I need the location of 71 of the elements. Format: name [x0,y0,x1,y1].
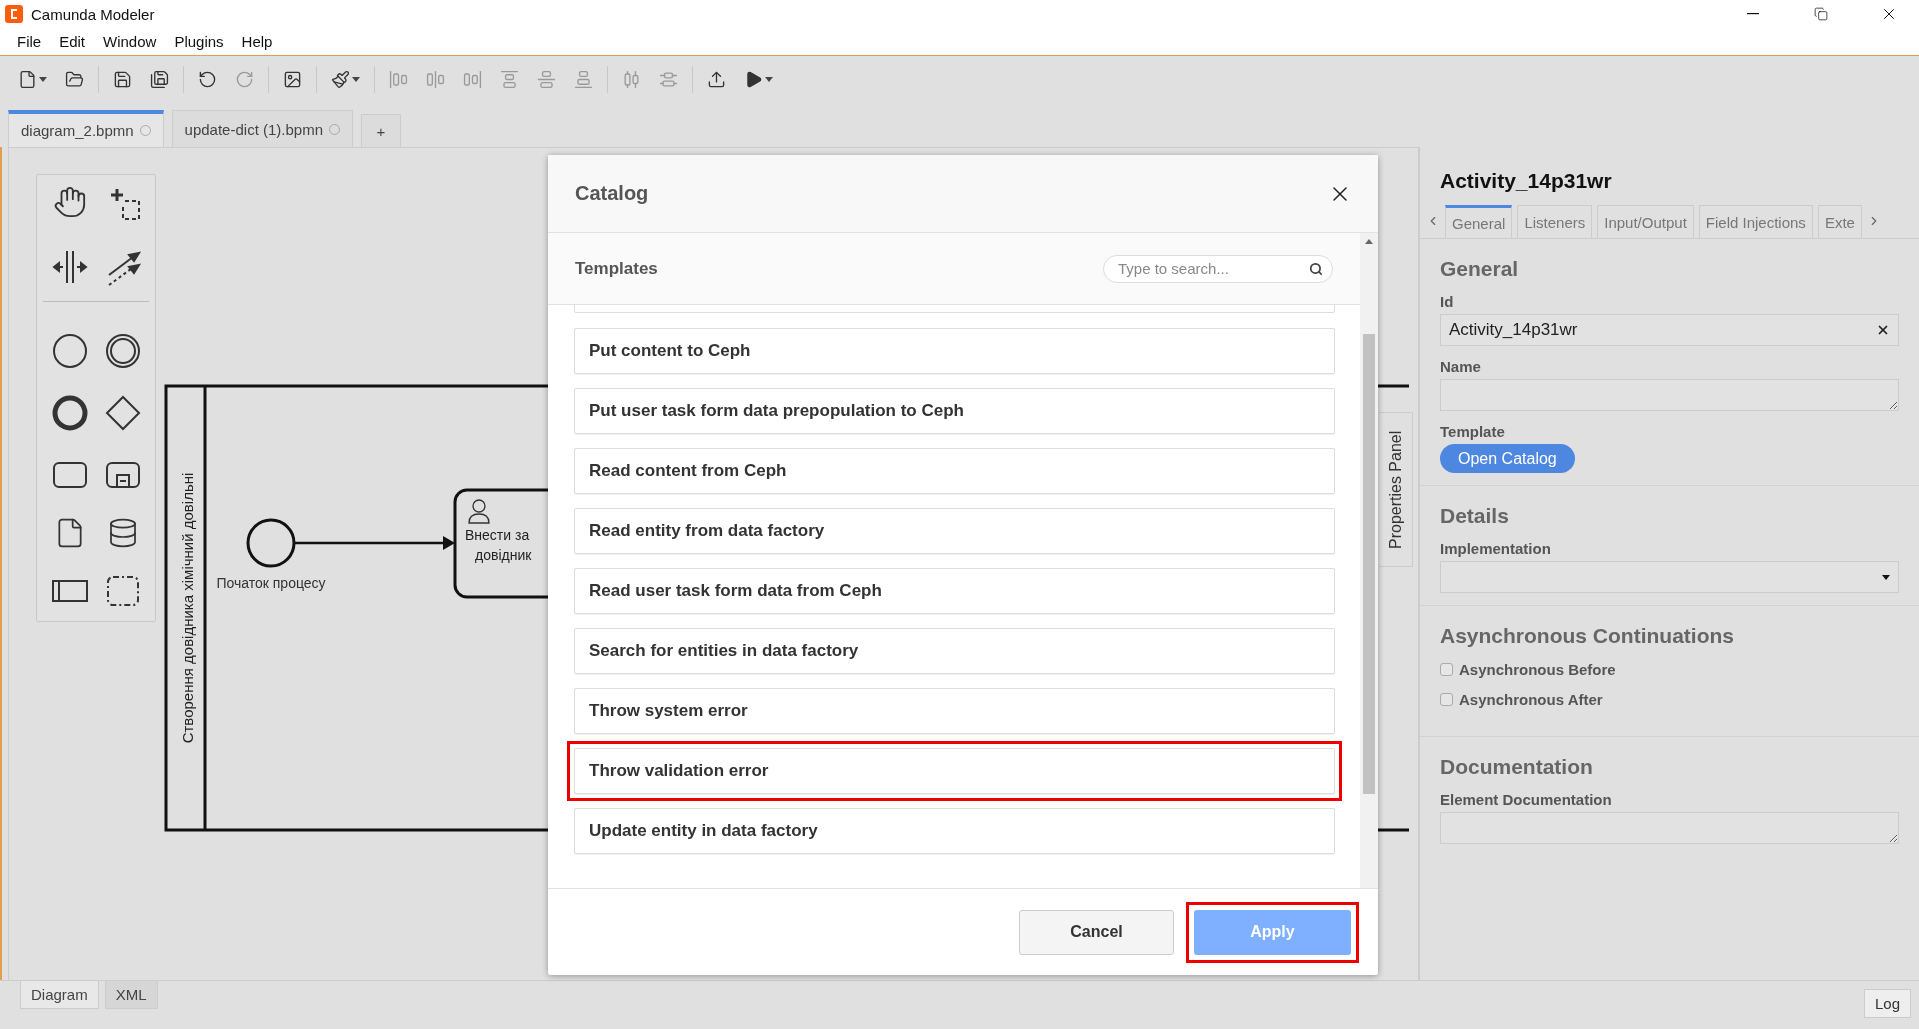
align-center-icon [426,69,445,89]
open-catalog-button[interactable]: Open Catalog [1440,444,1575,473]
section-heading: Details [1440,504,1510,528]
field-label: Element Documentation [1440,791,1613,808]
menu-item[interactable]: Window [94,33,166,50]
search-field[interactable]: Type to search... [1103,254,1333,283]
align-left-icon [389,69,408,89]
view-tab[interactable]: XML [104,981,158,1009]
app-logo-icon [5,5,23,23]
field-label: Template [1440,423,1506,440]
file-tab[interactable]: diagram_2.bpmn [8,110,164,147]
file-tab[interactable]: update-dict (1).bpmn [171,110,353,147]
caret-icon [765,76,773,82]
distribute-horizontal-icon [622,69,641,89]
save-icon [113,69,132,89]
redo-icon [235,69,254,89]
user-icon [468,499,490,524]
cancel-button[interactable]: Cancel [1019,909,1174,955]
field-label: Implementation [1440,540,1552,557]
checkbox[interactable] [1440,663,1453,676]
clear-icon[interactable] [1876,323,1890,337]
id-field[interactable]: Activity_14p31wr [1440,314,1899,346]
element-title: Activity_14p31wr [1440,169,1613,193]
section-heading: Asynchronous Continuations [1440,624,1735,648]
task-label: Внести за [465,527,530,543]
align-right-icon [463,69,482,89]
field-label: Id [1440,293,1455,310]
section-title: Templates [575,258,658,279]
field-label: Name [1440,358,1482,375]
restore-icon [1814,7,1828,21]
checkbox-label: Asynchronous Before [1459,661,1616,678]
play-icon [744,69,763,89]
align-middle-icon [537,69,556,89]
new-tab-button[interactable]: + [361,114,401,147]
distribute-vertical-icon [659,69,678,89]
minimize-icon [1747,13,1759,15]
name-field[interactable] [1440,379,1899,411]
log-button[interactable]: Log [1863,989,1911,1018]
brush-icon [331,69,350,89]
caret-icon [352,76,360,82]
scrollbar[interactable] [1360,233,1378,888]
hand-tool-icon[interactable] [52,185,87,219]
dialog-title: Catalog [575,182,649,205]
menu-item[interactable]: File [8,33,51,50]
checkbox-label: Asynchronous After [1459,691,1603,708]
properties-panel-toggle[interactable]: Properties Panel [1379,412,1413,567]
template-item[interactable]: Throw validation error [567,741,1342,801]
caret-icon [39,76,47,82]
start-event-label: Початок процесу [216,575,326,591]
section-heading: General [1440,257,1520,281]
menu-item[interactable]: Plugins [165,33,233,50]
scrollbar-thumb[interactable] [1363,334,1375,794]
checkbox[interactable] [1440,693,1453,706]
view-tab[interactable]: Diagram [20,981,99,1009]
pool-label: Створення довідника хімічний довільні [179,472,196,744]
undo-icon [198,69,217,89]
documentation-field[interactable] [1440,812,1899,844]
search-icon [1309,261,1323,276]
window-title: Camunda Modeler [31,5,156,23]
menu-item[interactable]: Edit [50,33,95,50]
align-bottom-icon [574,69,593,89]
new-file-icon [18,69,37,89]
section-heading: Documentation [1440,755,1594,779]
task-label: довідник [475,547,532,563]
save-as-icon [150,69,169,89]
menu-item[interactable]: Help [232,33,282,50]
upload-icon [707,69,726,89]
image-icon [283,69,302,89]
align-top-icon [500,69,519,89]
folder-icon [65,69,84,89]
start-event [246,518,296,568]
